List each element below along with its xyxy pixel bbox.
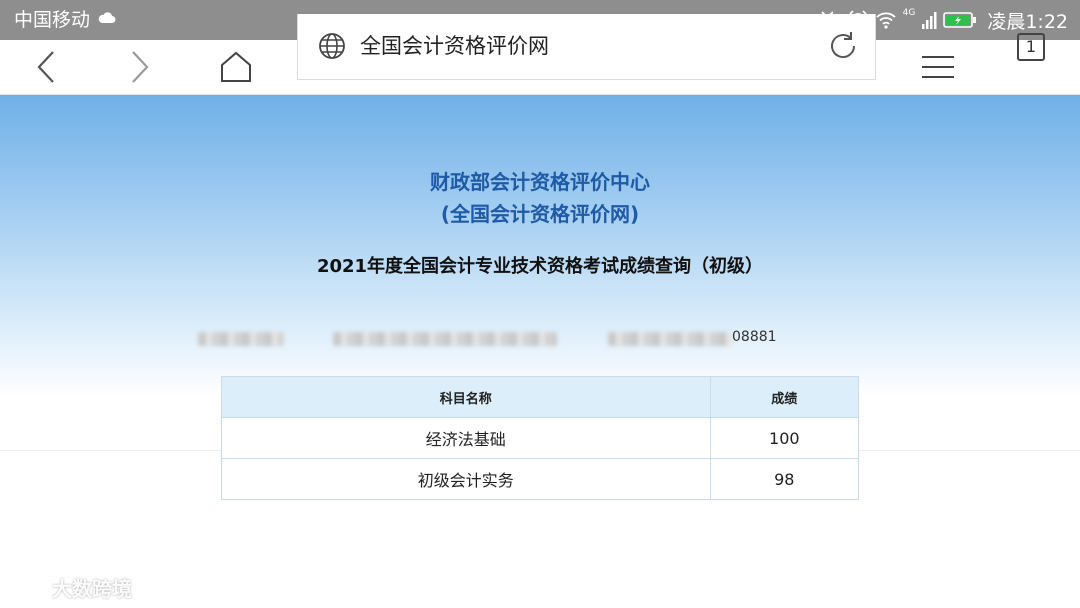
wifi-icon — [876, 12, 896, 29]
score-cell: 100 — [709, 417, 860, 459]
subject-cell: 经济法基础 — [221, 417, 711, 459]
battery-icon — [943, 12, 977, 28]
column-header-subject: 科目名称 — [221, 376, 711, 418]
page-title: 2021年度全国会计专业技术资格考试成绩查询（初级） — [316, 256, 764, 277]
menu-button[interactable] — [918, 40, 958, 94]
table-row: 初级会计实务 98 — [221, 458, 860, 500]
redacted-name — [198, 332, 284, 346]
score-table: 科目名称 成绩 经济法基础 100 初级会计实务 98 — [221, 376, 860, 500]
org-subtitle: (全国会计资格评价网) — [440, 202, 640, 226]
cloud-icon — [98, 12, 116, 23]
watermark: 大数跨境 — [8, 572, 132, 602]
address-text: 全国会计资格评价网 — [360, 34, 549, 58]
home-icon — [221, 51, 251, 82]
carrier-name: 中国移动 — [14, 9, 91, 31]
forward-button[interactable] — [120, 40, 160, 94]
home-button[interactable] — [216, 40, 256, 94]
address-bar[interactable]: 全国会计资格评价网 — [297, 14, 876, 80]
status-clock: 凌晨1:22 — [987, 10, 1068, 33]
score-cell: 98 — [709, 458, 860, 500]
redacted-exam-number — [333, 332, 557, 346]
network-type-label: 4G — [902, 8, 916, 18]
tab-count-button[interactable]: 1 — [1017, 33, 1045, 61]
chevron-left-icon — [37, 51, 54, 83]
hamburger-menu-icon — [922, 56, 954, 78]
back-button[interactable] — [26, 40, 66, 94]
table-header-row: 科目名称 成绩 — [221, 376, 860, 418]
table-row: 经济法基础 100 — [221, 417, 860, 459]
signal-icon — [922, 12, 937, 29]
watermark-text: 大数跨境 — [52, 576, 132, 601]
watermark-logo-icon — [10, 577, 46, 597]
chevron-right-icon — [132, 51, 149, 83]
column-header-score: 成绩 — [709, 376, 860, 418]
redacted-id-number — [608, 332, 732, 346]
globe-icon — [319, 33, 345, 59]
id-number-suffix: 08881 — [732, 329, 777, 345]
subject-cell: 初级会计实务 — [221, 458, 711, 500]
org-name: 财政部会计资格评价中心 — [430, 170, 650, 194]
reload-icon[interactable] — [827, 30, 859, 62]
